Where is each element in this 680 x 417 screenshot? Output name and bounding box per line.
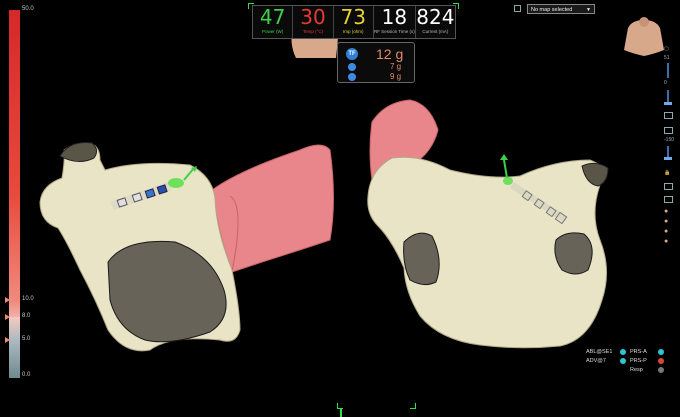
- toolbar-value: -150: [664, 137, 675, 143]
- legend-dot: [620, 358, 626, 364]
- rf-time-label: RF Session Time (s): [373, 29, 415, 34]
- layers-icon[interactable]: [664, 183, 673, 190]
- impedance-value: 73: [340, 5, 366, 29]
- temperature-value: 30: [300, 5, 326, 29]
- toolbar-value: 51: [664, 55, 670, 61]
- toolbar-value: 0: [664, 80, 667, 86]
- view-right-icon[interactable]: ●: [664, 238, 668, 245]
- view-anterior-icon[interactable]: ●: [664, 208, 668, 215]
- legend-label: PRS-A: [630, 349, 647, 355]
- screen-icon[interactable]: [664, 127, 673, 134]
- legend-dot: [658, 358, 664, 364]
- chevron-down-icon: ▼: [586, 7, 591, 13]
- legend-label: ABL@SE1: [586, 349, 613, 355]
- current-value: 824: [416, 5, 455, 29]
- viewport-marker: [340, 408, 342, 417]
- rf-time-value: 18: [381, 5, 408, 29]
- axial-force-value: 9 g: [390, 72, 402, 81]
- slider-knob[interactable]: [664, 102, 672, 105]
- legend-dot: [658, 367, 664, 373]
- tf-badge: TF: [346, 48, 358, 60]
- lateral-force-icon: [348, 63, 356, 71]
- opacity-slider[interactable]: [667, 63, 669, 78]
- axial-force-icon: [348, 73, 356, 81]
- temperature-label: Temp (°C): [302, 29, 324, 34]
- orientation-torso-icon[interactable]: [618, 14, 670, 58]
- legend-dot: [620, 349, 626, 355]
- power-value: 47: [259, 5, 286, 29]
- slider-knob[interactable]: [664, 157, 672, 160]
- legend-dot: [658, 349, 664, 355]
- view-posterior-icon[interactable]: ●: [664, 218, 668, 225]
- flag-icon[interactable]: [664, 196, 673, 203]
- lateral-force-value: 7 g: [390, 62, 402, 71]
- legend-label: PRS-P: [630, 358, 647, 364]
- ablation-metrics-panel: 47 Power (W) 30 Temp (°C) 73 Imp (ohm) 1…: [252, 5, 456, 39]
- map-grid-icon[interactable]: [514, 5, 521, 12]
- rf-time-metric: 18 RF Session Time (s): [374, 6, 416, 38]
- lock-icon[interactable]: 🔒: [664, 170, 670, 176]
- view-left-icon[interactable]: ●: [664, 228, 668, 235]
- cube-icon[interactable]: ▢: [664, 46, 669, 52]
- map-select-value: No map selected: [531, 7, 573, 13]
- export-icon[interactable]: [664, 112, 673, 119]
- impedance-label: Imp (ohm): [343, 29, 364, 34]
- power-label: Power (W): [262, 29, 284, 34]
- legend-label: Resp: [630, 367, 643, 373]
- impedance-metric: 73 Imp (ohm): [334, 6, 374, 38]
- contact-force-panel: TF 12 g 7 g 9 g: [337, 42, 415, 83]
- legend-label: ADV@7: [586, 358, 606, 364]
- power-metric: 47 Power (W): [253, 5, 294, 38]
- right-heart-model: [367, 99, 609, 349]
- left-heart-model: [39, 142, 334, 352]
- current-metric: 824 Current (mA): [416, 6, 455, 38]
- temperature-metric: 30 Temp (°C): [293, 5, 334, 38]
- map-select-dropdown[interactable]: No map selected ▼: [527, 4, 595, 14]
- current-label: Current (mA): [422, 29, 449, 34]
- viewport-corner: [410, 403, 416, 409]
- total-force-value: 12 g: [376, 46, 404, 62]
